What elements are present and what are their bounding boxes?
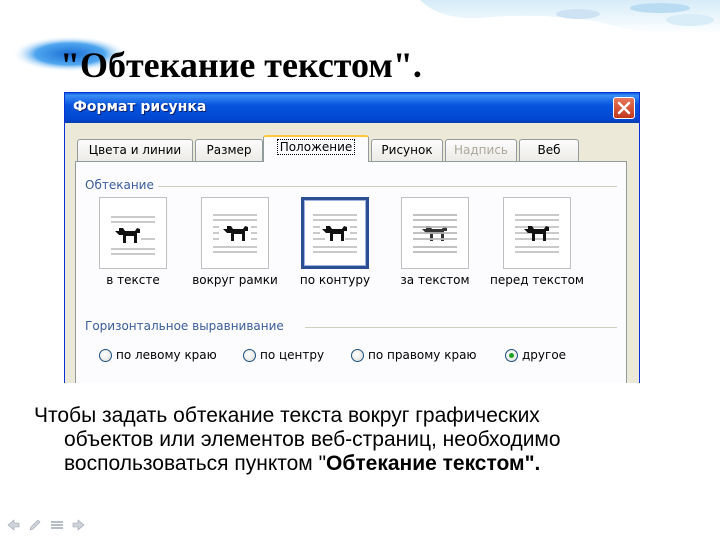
tab-picture[interactable]: Рисунок: [371, 139, 443, 161]
wrapping-group-label: Обтекание: [85, 178, 158, 192]
wrap-behind-label: за текстом: [400, 273, 470, 287]
slide-title: "Обтекание текстом".: [60, 45, 422, 85]
tab-size[interactable]: Размер: [195, 139, 263, 161]
dog-inline-icon: [111, 216, 155, 255]
radio-circle[interactable]: [99, 348, 112, 362]
radio-circle-checked[interactable]: [505, 348, 518, 362]
dialog-titlebar[interactable]: Формат рисунка: [65, 93, 639, 123]
alignment-group-label: Горизонтальное выравнивание: [85, 319, 288, 333]
wrap-tight-label: по контуру: [299, 273, 371, 287]
radio-label: по правому краю: [368, 348, 477, 362]
wrap-inline-button[interactable]: [99, 197, 167, 269]
wrap-front-label: перед текстом: [490, 273, 584, 287]
dog-behind-icon: [413, 214, 457, 253]
wrap-square-button[interactable]: [201, 197, 269, 269]
close-icon[interactable]: [613, 97, 635, 119]
tab-strip: Цвета и линии Размер Положение Рисунок Н…: [75, 135, 635, 162]
radio-label: по центру: [260, 348, 325, 362]
dog-tight-icon: [313, 214, 357, 253]
menu-icon[interactable]: [50, 518, 64, 530]
arrow-right-icon[interactable]: [72, 518, 86, 531]
tab-web[interactable]: Веб: [519, 139, 579, 161]
radio-label: другое: [522, 348, 567, 362]
arrow-left-icon[interactable]: [6, 518, 20, 531]
tab-position[interactable]: Положение: [263, 135, 369, 162]
radio-label: по левому краю: [116, 348, 217, 362]
wrap-front-button[interactable]: [503, 197, 571, 269]
radio-align-center[interactable]: по центру: [243, 347, 324, 363]
dog-front-icon: [515, 214, 559, 253]
radio-circle[interactable]: [351, 348, 364, 362]
group-divider: [155, 186, 617, 187]
wrap-tight-button[interactable]: [301, 197, 369, 269]
radio-align-other[interactable]: другое: [505, 347, 566, 363]
group-divider: [305, 327, 617, 328]
dialog-title: Формат рисунка: [73, 99, 207, 115]
body-line: воспользоваться пунктом "Обтекание текст…: [64, 452, 541, 475]
body-line: Чтобы задать обтекание текста вокруг гра…: [34, 404, 540, 427]
body-bold-term: Обтекание текстом".: [326, 452, 541, 475]
wrap-inline-label: в тексте: [106, 273, 160, 287]
dog-square-icon: [213, 214, 257, 253]
tab-textbox: Надпись: [445, 139, 517, 161]
radio-align-left[interactable]: по левому краю: [99, 347, 217, 363]
wrap-square-label: вокруг рамки: [192, 273, 278, 287]
radio-align-right[interactable]: по правому краю: [351, 347, 477, 363]
pencil-icon[interactable]: [28, 518, 42, 531]
tab-colors-lines[interactable]: Цвета и линии: [77, 139, 193, 161]
format-picture-dialog: Формат рисунка Цвета и линии Размер Поло…: [64, 92, 640, 383]
wrap-behind-button[interactable]: [401, 197, 469, 269]
body-paragraph: Чтобы задать обтекание текста вокруг гра…: [34, 404, 694, 476]
radio-circle[interactable]: [243, 348, 256, 362]
slide-nav: [6, 516, 96, 532]
body-line: объектов или элементов веб-страниц, необ…: [64, 428, 561, 451]
